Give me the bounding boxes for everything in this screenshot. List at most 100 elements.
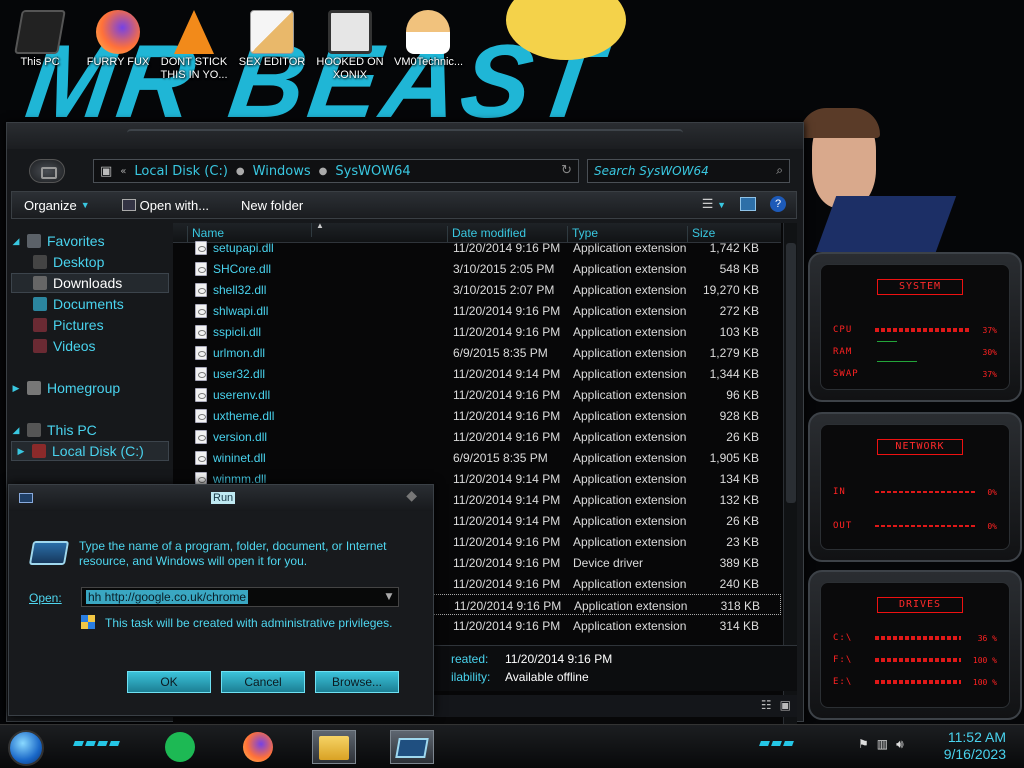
desktop-icon-sex-editor[interactable]: SEX EDITOR	[238, 10, 306, 69]
run-title-bar[interactable]: Run ◆	[9, 485, 433, 511]
favorites-icon	[27, 234, 41, 248]
back-forward-button[interactable]	[29, 159, 65, 183]
file-size: 23 KB	[726, 535, 759, 549]
open-with-button[interactable]: Open with...	[110, 192, 221, 218]
network-icon[interactable]: ▥	[877, 737, 888, 752]
nav-homegroup[interactable]: ▶ Homegroup	[11, 378, 169, 398]
window-frame-top[interactable]	[7, 123, 803, 149]
desktop-icon-hooked-on-xonix[interactable]: HOOKED ON XONIX	[316, 10, 384, 82]
file-date-modified: 6/9/2015 8:35 PM	[453, 346, 548, 360]
file-name: userenv.dll	[213, 388, 271, 402]
file-size: 1,344 KB	[709, 367, 759, 381]
refresh-icon[interactable]: ↻	[561, 163, 572, 178]
file-row[interactable]: wininet.dll 6/9/2015 8:35 PM Application e…	[173, 447, 781, 468]
expand-icon[interactable]: ◢	[11, 236, 21, 247]
file-row[interactable]: sspicli.dll 11/20/2014 9:16 PM Application…	[173, 321, 781, 342]
close-icon[interactable]: ◆	[406, 487, 417, 504]
action-center-flag-icon[interactable]: ⚑	[858, 737, 869, 752]
desktop-icon-label: HOOKED ON XONIX	[316, 56, 384, 81]
desktop-icon-dont-stick[interactable]: DONT STICK THIS IN YO...	[160, 10, 228, 82]
computer-icon	[27, 423, 41, 437]
taskbar-clock[interactable]: 11:52 AM 9/16/2023	[944, 729, 1006, 763]
widget-screen: DRIVES C:\ 36 % F:\ 100 % E:\ 100 %	[820, 582, 1010, 708]
large-icons-view-icon[interactable]: ▣	[780, 698, 791, 712]
taskbar-app-file-explorer[interactable]	[312, 730, 356, 764]
file-row[interactable]: version.dll 11/20/2014 9:16 PM Application…	[173, 426, 781, 447]
search-icon[interactable]: ⌕	[776, 163, 783, 178]
taskbar-app-firefox[interactable]	[236, 730, 280, 764]
nav-downloads[interactable]: Downloads	[11, 273, 169, 293]
open-combobox[interactable]: hh http://google.co.uk/chrome ▼	[81, 587, 399, 607]
file-row[interactable]: urlmon.dll 6/9/2015 8:35 PM Application ex…	[173, 342, 781, 363]
expand-icon[interactable]: ▶	[11, 383, 21, 394]
browse-button[interactable]: Browse...	[315, 671, 399, 693]
file-name: setupapi.dll	[213, 241, 274, 255]
net-out-graph	[875, 525, 975, 527]
clock-time: 11:52 AM	[947, 729, 1006, 745]
widget-screen: SYSTEM CPU 37% RAM 30% SWAP 37%	[820, 264, 1010, 390]
nav-favorites[interactable]: ◢ Favorites	[11, 231, 169, 251]
address-bar[interactable]: ▣ « Local Disk (C:) ● Windows ● SysWOW64…	[93, 159, 579, 183]
breadcrumb-windows[interactable]: Windows	[253, 164, 311, 179]
scrollbar-thumb[interactable]	[786, 243, 796, 503]
desktop-icon-furry-fux[interactable]: FURRY FUX	[84, 10, 152, 69]
desktop-icon-this-pc[interactable]: This PC	[6, 10, 74, 69]
file-type: Application extension	[573, 577, 687, 591]
run-title: Run	[211, 492, 236, 504]
file-type: Application extension	[573, 493, 687, 507]
file-type: Application extension	[573, 619, 687, 633]
file-row[interactable]: setupapi.dll 11/20/2014 9:16 PM Applicatio…	[173, 237, 781, 258]
view-buttons: ☷ ▣	[761, 698, 791, 712]
breadcrumb-syswow64[interactable]: SysWOW64	[335, 164, 410, 179]
file-row[interactable]: userenv.dll 11/20/2014 9:16 PM Application…	[173, 384, 781, 405]
taskbar-app-spotify[interactable]	[158, 730, 202, 764]
chevron-down-icon[interactable]: ▼	[382, 588, 396, 606]
net-in-graph	[875, 491, 975, 493]
preview-pane-icon[interactable]	[740, 197, 756, 211]
file-date-modified: 11/20/2014 9:16 PM	[453, 409, 561, 423]
desktop-icon-vm0technic[interactable]: VM0Technic...	[394, 10, 463, 69]
search-input[interactable]: Search SysWOW64 ⌕	[587, 159, 790, 183]
nav-videos[interactable]: Videos	[11, 336, 169, 356]
help-icon[interactable]: ?	[770, 196, 786, 212]
file-row[interactable]: shell32.dll 3/10/2015 2:07 PM Application …	[173, 279, 781, 300]
dll-file-icon	[195, 304, 207, 318]
open-input-value[interactable]: hh http://google.co.uk/chrome	[86, 590, 249, 604]
dll-file-icon	[195, 430, 207, 444]
view-options-icon[interactable]: ☰ ▼	[702, 196, 726, 212]
file-name: shlwapi.dll	[213, 304, 269, 318]
file-size: 318 KB	[720, 599, 760, 613]
breadcrumb-local-disk[interactable]: Local Disk (C:)	[134, 164, 227, 179]
file-type: Device driver	[573, 556, 644, 570]
file-row[interactable]: user32.dll 11/20/2014 9:14 PM Application …	[173, 363, 781, 384]
nav-this-pc[interactable]: ◢ This PC	[11, 420, 169, 440]
nav-label: Local Disk (C:)	[52, 443, 144, 459]
expand-icon[interactable]: ◢	[11, 425, 21, 436]
start-button[interactable]	[8, 730, 44, 766]
file-row[interactable]: uxtheme.dll 11/20/2014 9:16 PM Application…	[173, 405, 781, 426]
cancel-button[interactable]: Cancel	[221, 671, 305, 693]
details-view-icon[interactable]: ☷	[761, 698, 772, 712]
net-in-label: IN	[833, 487, 846, 497]
file-name: wininet.dll	[213, 451, 266, 465]
chevron-right-icon[interactable]: ●	[319, 166, 328, 177]
file-row[interactable]: shlwapi.dll 11/20/2014 9:16 PM Application…	[173, 300, 781, 321]
dll-file-icon	[195, 346, 207, 360]
file-date-modified: 11/20/2014 9:16 PM	[453, 619, 561, 633]
nav-local-disk[interactable]: ▶ Local Disk (C:)	[11, 441, 169, 461]
file-date-modified: 11/20/2014 9:16 PM	[453, 430, 561, 444]
file-date-modified: 11/20/2014 9:14 PM	[453, 514, 561, 528]
taskbar-app-run[interactable]	[390, 730, 434, 764]
chevron-right-icon[interactable]: ●	[236, 166, 245, 177]
file-row[interactable]: SHCore.dll 3/10/2015 2:05 PM Application e…	[173, 258, 781, 279]
new-folder-button[interactable]: New folder	[229, 192, 315, 218]
nav-pictures[interactable]: Pictures	[11, 315, 169, 335]
ok-button[interactable]: OK	[127, 671, 211, 693]
volume-icon[interactable]: 🔊︎	[896, 737, 904, 752]
organize-button[interactable]: Organize ▼	[12, 192, 102, 218]
expand-icon[interactable]: ▶	[16, 446, 26, 457]
nav-desktop[interactable]: Desktop	[11, 252, 169, 272]
nav-documents[interactable]: Documents	[11, 294, 169, 314]
dll-file-icon	[195, 241, 207, 255]
run-program-icon	[395, 738, 429, 758]
